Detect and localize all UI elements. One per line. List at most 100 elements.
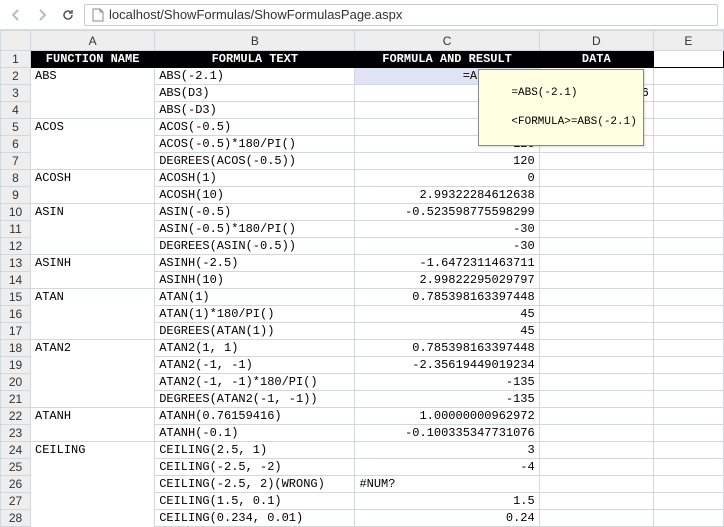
cell-E25[interactable] (653, 459, 723, 476)
cell-D20[interactable] (539, 374, 653, 391)
cell-E18[interactable] (653, 340, 723, 357)
col-header-C[interactable]: C (355, 31, 539, 51)
cell-E16[interactable] (653, 306, 723, 323)
cell-D7[interactable] (539, 153, 653, 170)
cell-A21[interactable] (31, 391, 155, 408)
cell-D25[interactable] (539, 459, 653, 476)
cell-B17[interactable]: DEGREES(ATAN(1)) (155, 323, 355, 340)
cell-A20[interactable] (31, 374, 155, 391)
cell-E28[interactable] (653, 510, 723, 527)
cell-B13[interactable]: ASINH(-2.5) (155, 255, 355, 272)
cell-C12[interactable]: -30 (355, 238, 539, 255)
cell-E10[interactable] (653, 204, 723, 221)
address-bar[interactable]: localhost/ShowFormulas/ShowFormulasPage.… (84, 4, 718, 26)
row-header-15[interactable]: 15 (1, 289, 31, 306)
cell-B15[interactable]: ATAN(1) (155, 289, 355, 306)
cell-C21[interactable]: -135 (355, 391, 539, 408)
cell-D14[interactable] (539, 272, 653, 289)
cell-D26[interactable] (539, 476, 653, 493)
cell-A16[interactable] (31, 306, 155, 323)
cell-D23[interactable] (539, 425, 653, 442)
row-header-12[interactable]: 12 (1, 238, 31, 255)
cell-A4[interactable] (31, 102, 155, 119)
cell-C16[interactable]: 45 (355, 306, 539, 323)
cell-E12[interactable] (653, 238, 723, 255)
cell-B27[interactable]: CEILING(1.5, 0.1) (155, 493, 355, 510)
cell-E24[interactable] (653, 442, 723, 459)
cell-A19[interactable] (31, 357, 155, 374)
cell-E3[interactable] (653, 85, 723, 102)
cell-B5[interactable]: ACOS(-0.5) (155, 119, 355, 136)
cell-A10[interactable]: ASIN (31, 204, 155, 221)
cell-E4[interactable] (653, 102, 723, 119)
cell-C23[interactable]: -0.100335347731076 (355, 425, 539, 442)
cell-B20[interactable]: ATAN2(-1, -1)*180/PI() (155, 374, 355, 391)
cell-E2[interactable] (653, 68, 723, 85)
cell-A25[interactable] (31, 459, 155, 476)
cell-C18[interactable]: 0.785398163397448 (355, 340, 539, 357)
cell-E14[interactable] (653, 272, 723, 289)
cell-A26[interactable] (31, 476, 155, 493)
cell-A2[interactable]: ABS (31, 68, 155, 85)
cell-C9[interactable]: 2.99322284612638 (355, 187, 539, 204)
col-header-D[interactable]: D (539, 31, 653, 51)
cell-E22[interactable] (653, 408, 723, 425)
row-header-26[interactable]: 26 (1, 476, 31, 493)
cell-C11[interactable]: -30 (355, 221, 539, 238)
row-header-25[interactable]: 25 (1, 459, 31, 476)
header-cell-C[interactable]: FORMULA AND RESULT (355, 51, 539, 68)
cell-E1[interactable] (653, 51, 723, 68)
cell-C14[interactable]: 2.99822295029797 (355, 272, 539, 289)
cell-D17[interactable] (539, 323, 653, 340)
cell-D13[interactable] (539, 255, 653, 272)
cell-C27[interactable]: 1.5 (355, 493, 539, 510)
cell-A27[interactable] (31, 493, 155, 510)
cell-A5[interactable]: ACOS (31, 119, 155, 136)
cell-C22[interactable]: 1.00000000962972 (355, 408, 539, 425)
cell-A15[interactable]: ATAN (31, 289, 155, 306)
cell-B6[interactable]: ACOS(-0.5)*180/PI() (155, 136, 355, 153)
cell-C17[interactable]: 45 (355, 323, 539, 340)
cell-B19[interactable]: ATAN2(-1, -1) (155, 357, 355, 374)
row-header-22[interactable]: 22 (1, 408, 31, 425)
cell-C19[interactable]: -2.35619449019234 (355, 357, 539, 374)
cell-B16[interactable]: ATAN(1)*180/PI() (155, 306, 355, 323)
cell-C20[interactable]: -135 (355, 374, 539, 391)
cell-C10[interactable]: -0.523598775598299 (355, 204, 539, 221)
cell-B9[interactable]: ACOSH(10) (155, 187, 355, 204)
cell-E19[interactable] (653, 357, 723, 374)
row-header-24[interactable]: 24 (1, 442, 31, 459)
cell-D28[interactable] (539, 510, 653, 527)
cell-A7[interactable] (31, 153, 155, 170)
cell-B28[interactable]: CEILING(0.234, 0.01) (155, 510, 355, 527)
row-header-23[interactable]: 23 (1, 425, 31, 442)
cell-D19[interactable] (539, 357, 653, 374)
col-header-A[interactable]: A (31, 31, 155, 51)
cell-A17[interactable] (31, 323, 155, 340)
cell-B23[interactable]: ATANH(-0.1) (155, 425, 355, 442)
row-header-3[interactable]: 3 (1, 85, 31, 102)
col-header-B[interactable]: B (155, 31, 355, 51)
back-button[interactable] (6, 5, 26, 25)
cell-B25[interactable]: CEILING(-2.5, -2) (155, 459, 355, 476)
cell-A12[interactable] (31, 238, 155, 255)
header-cell-A[interactable]: FUNCTION NAME (31, 51, 155, 68)
row-header-20[interactable]: 20 (1, 374, 31, 391)
cell-B26[interactable]: CEILING(-2.5, 2)(WRONG) (155, 476, 355, 493)
cell-B11[interactable]: ASIN(-0.5)*180/PI() (155, 221, 355, 238)
cell-A8[interactable]: ACOSH (31, 170, 155, 187)
cell-B8[interactable]: ACOSH(1) (155, 170, 355, 187)
cell-D22[interactable] (539, 408, 653, 425)
cell-C28[interactable]: 0.24 (355, 510, 539, 527)
row-header-28[interactable]: 28 (1, 510, 31, 527)
cell-E21[interactable] (653, 391, 723, 408)
row-header-1[interactable]: 1 (1, 51, 31, 68)
row-header-11[interactable]: 11 (1, 221, 31, 238)
cell-E20[interactable] (653, 374, 723, 391)
reload-button[interactable] (58, 5, 78, 25)
cell-D8[interactable] (539, 170, 653, 187)
cell-E23[interactable] (653, 425, 723, 442)
forward-button[interactable] (32, 5, 52, 25)
cell-B21[interactable]: DEGREES(ATAN2(-1, -1)) (155, 391, 355, 408)
cell-B22[interactable]: ATANH(0.76159416) (155, 408, 355, 425)
